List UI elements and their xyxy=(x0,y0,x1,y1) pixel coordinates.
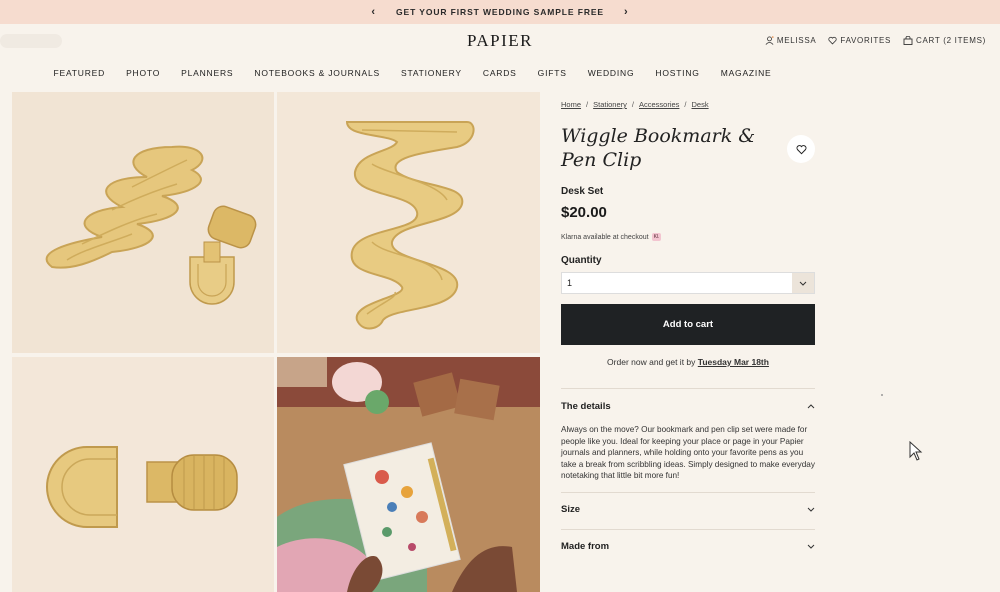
main-nav: FEATURED PHOTO PLANNERS NOTEBOOKS & JOUR… xyxy=(0,68,825,78)
account-label: MELISSA xyxy=(776,36,817,45)
variant-name: Desk Set xyxy=(561,186,604,197)
cart-label: CART (2 ITEMS) xyxy=(916,36,986,45)
nav-item-cards[interactable]: CARDS xyxy=(483,68,517,78)
gallery-image-3[interactable] xyxy=(12,357,274,592)
promo-banner: ‹ GET YOUR FIRST WEDDING SAMPLE FREE › xyxy=(0,0,1000,24)
made-from-toggle[interactable]: Made from xyxy=(561,541,815,552)
chevron-left-icon[interactable]: ‹ xyxy=(365,6,382,18)
bag-icon xyxy=(903,36,913,45)
product-price: $20.00 xyxy=(561,204,607,221)
klarna-note: Klarna available at checkout Kl. xyxy=(561,233,662,241)
gallery-image-2[interactable] xyxy=(277,92,540,353)
nav-item-notebooks[interactable]: NOTEBOOKS & JOURNALS xyxy=(254,68,380,78)
stray-dot xyxy=(881,394,883,396)
chevron-down-icon xyxy=(807,544,815,549)
made-from-accordion: Made from xyxy=(561,528,815,566)
chevron-up-icon xyxy=(807,404,815,409)
nav-item-photo[interactable]: PHOTO xyxy=(126,68,160,78)
chevron-right-icon[interactable]: › xyxy=(618,6,635,18)
size-accordion: Size xyxy=(561,491,815,529)
nav-item-magazine[interactable]: MAGAZINE xyxy=(721,68,772,78)
chevron-down-icon xyxy=(807,507,815,512)
chevron-down-icon[interactable] xyxy=(792,273,814,293)
product-info: Home / Stationery / Accessories / Desk Wigg… xyxy=(561,100,815,566)
breadcrumb: Home / Stationery / Accessories / Desk xyxy=(561,100,709,109)
delivery-estimate: Order now and get it by Tuesday Mar 18th xyxy=(607,357,769,367)
nav-item-gifts[interactable]: GIFTS xyxy=(538,68,567,78)
breadcrumb-accessories[interactable]: Accessories xyxy=(639,100,679,109)
pen-clip-illustration xyxy=(189,205,257,305)
product-gallery xyxy=(12,92,540,592)
heart-icon xyxy=(828,36,838,45)
favorites-label: FAVORITES xyxy=(840,36,892,45)
heart-icon xyxy=(796,144,806,154)
details-text: Always on the move? Our bookmark and pen… xyxy=(561,425,815,481)
size-toggle[interactable]: Size xyxy=(561,504,815,515)
breadcrumb-home[interactable]: Home xyxy=(561,100,581,109)
product-title: Wiggle Bookmark & Pen Clip xyxy=(561,125,756,171)
breadcrumb-stationery[interactable]: Stationery xyxy=(593,100,627,109)
details-toggle[interactable]: The details xyxy=(561,401,815,412)
nav-item-hosting[interactable]: HOSTING xyxy=(655,68,699,78)
quantity-select[interactable]: 1 xyxy=(561,272,815,294)
klarna-badge-icon: Kl. xyxy=(651,233,662,241)
site-header: PAPIER MELISSA FAVORITES CART (2 ITEMS) xyxy=(0,24,1000,60)
quantity-label: Quantity xyxy=(561,255,602,266)
nav-item-featured[interactable]: FEATURED xyxy=(54,68,106,78)
wishlist-button[interactable] xyxy=(787,135,815,163)
nav-item-planners[interactable]: PLANNERS xyxy=(181,68,233,78)
promo-text[interactable]: GET YOUR FIRST WEDDING SAMPLE FREE xyxy=(396,7,604,17)
breadcrumb-desk[interactable]: Desk xyxy=(692,100,709,109)
favorites-link[interactable]: FAVORITES xyxy=(828,36,891,45)
utility-nav: MELISSA FAVORITES CART (2 ITEMS) xyxy=(765,36,986,45)
user-icon xyxy=(765,36,774,45)
details-accordion: The details Always on the move? Our book… xyxy=(561,388,815,492)
account-link[interactable]: MELISSA xyxy=(765,36,817,45)
add-to-cart-button[interactable]: Add to cart xyxy=(561,304,815,345)
nav-item-stationery[interactable]: STATIONERY xyxy=(401,68,462,78)
cursor-icon xyxy=(909,441,923,461)
cart-link[interactable]: CART (2 ITEMS) xyxy=(903,36,986,45)
gallery-image-1[interactable] xyxy=(12,92,274,353)
quantity-value: 1 xyxy=(567,278,573,288)
nav-item-wedding[interactable]: WEDDING xyxy=(588,68,635,78)
gallery-image-4[interactable] xyxy=(277,357,540,592)
delivery-date[interactable]: Tuesday Mar 18th xyxy=(698,357,769,367)
